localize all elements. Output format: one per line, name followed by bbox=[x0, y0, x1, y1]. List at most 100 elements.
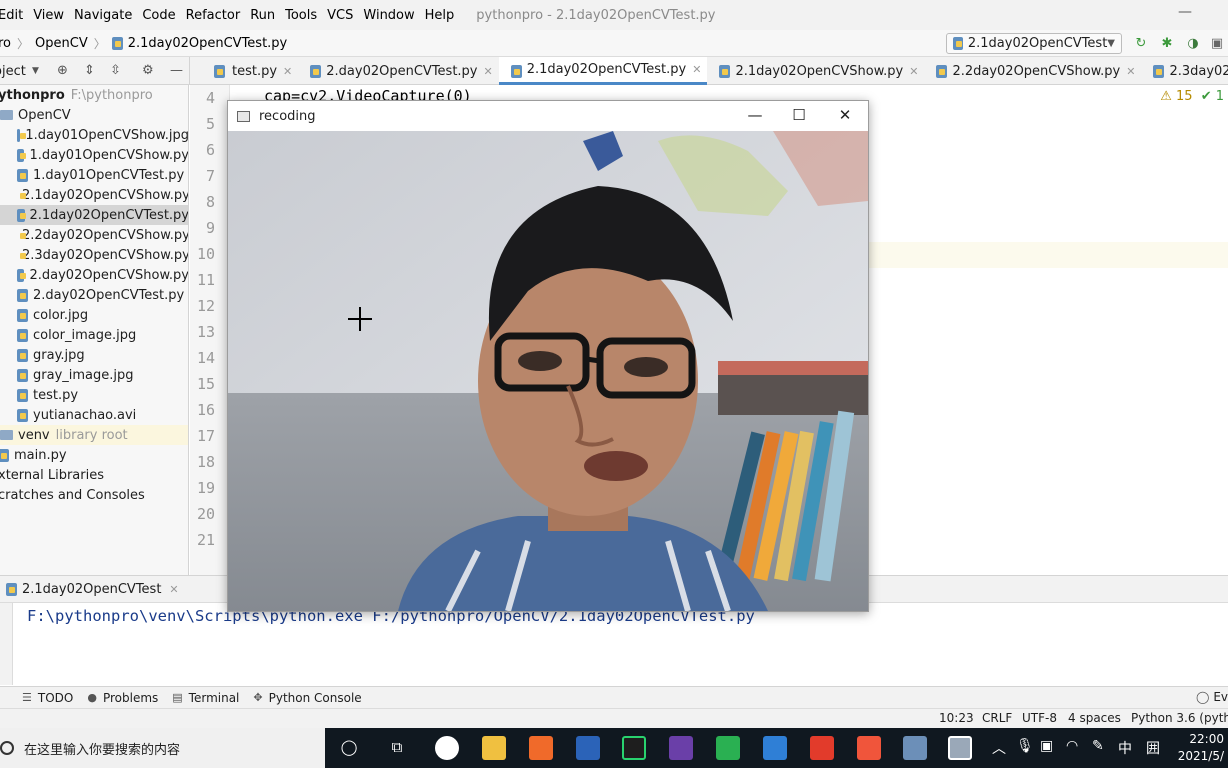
tree-scratches[interactable]: cratches and Consoles bbox=[0, 485, 188, 505]
menu-help[interactable]: Help bbox=[421, 8, 459, 23]
tree-file[interactable]: 2.day02OpenCVShow.py bbox=[0, 265, 188, 285]
active-window-icon[interactable] bbox=[948, 736, 972, 760]
opencv-window-titlebar[interactable]: recoding — ☐ ✕ bbox=[228, 101, 868, 131]
tree-file[interactable]: color.jpg bbox=[0, 305, 188, 325]
pen-icon[interactable]: ✎ bbox=[1092, 738, 1104, 754]
tree-folder-opencv[interactable]: OpenCV bbox=[0, 105, 188, 125]
run-tab[interactable]: 2.1day02OpenCVTest ✕ bbox=[6, 582, 179, 597]
tray-app-icon[interactable]: ▣ bbox=[1040, 738, 1053, 754]
tree-file[interactable]: 1.day01OpenCVShow.jpg bbox=[0, 125, 188, 145]
tree-file[interactable]: test.py bbox=[0, 385, 188, 405]
collapse-all-icon[interactable]: ⇳ bbox=[110, 63, 121, 78]
rerun-icon[interactable]: ↻ bbox=[1133, 36, 1149, 52]
project-view-select[interactable]: oject bbox=[0, 64, 26, 79]
close-icon[interactable]: ✕ bbox=[169, 583, 178, 596]
visual-studio-icon[interactable] bbox=[669, 736, 693, 760]
network-icon[interactable]: ◠ bbox=[1066, 738, 1078, 754]
task-view-icon[interactable]: ⧉ bbox=[385, 738, 409, 756]
breadcrumb-file[interactable]: 2.1day02OpenCVTest.py bbox=[128, 36, 288, 51]
tree-file[interactable]: gray_image.jpg bbox=[0, 365, 188, 385]
tree-file[interactable]: yutianachao.avi bbox=[0, 405, 188, 425]
tray-chevron-icon[interactable]: ︿ bbox=[992, 738, 1006, 758]
debug-icon[interactable]: ✱ bbox=[1159, 36, 1175, 52]
breadcrumb-project[interactable]: ro bbox=[0, 36, 11, 51]
app-icon[interactable] bbox=[529, 736, 553, 760]
expand-all-icon[interactable]: ⇕ bbox=[84, 63, 95, 78]
tab-2-1day02opencvshow[interactable]: 2.1day02OpenCVShow.py ✕ bbox=[707, 57, 924, 85]
tree-file[interactable]: 2.2day02OpenCVShow.py bbox=[0, 225, 188, 245]
python-interpreter[interactable]: Python 3.6 (pytho bbox=[1131, 711, 1228, 725]
caret-position[interactable]: 10:23 bbox=[939, 711, 974, 725]
app-icon[interactable] bbox=[857, 736, 881, 760]
wps-icon[interactable] bbox=[810, 736, 834, 760]
locate-icon[interactable]: ⊕ bbox=[57, 63, 68, 78]
hide-panel-icon[interactable]: — bbox=[170, 63, 183, 78]
run-console[interactable]: F:\pythonpro\venv\Scripts\python.exe F:/… bbox=[0, 603, 1228, 685]
file-encoding[interactable]: UTF-8 bbox=[1022, 711, 1057, 725]
run-configuration-select[interactable]: 2.1day02OpenCVTest ▼ bbox=[946, 33, 1122, 54]
menu-window[interactable]: Window bbox=[359, 8, 418, 23]
close-icon[interactable]: ✕ bbox=[484, 65, 493, 78]
webcam-frame[interactable] bbox=[228, 131, 868, 611]
tree-file-selected[interactable]: 2.1day02OpenCVTest.py bbox=[0, 205, 188, 225]
menu-run[interactable]: Run bbox=[246, 8, 279, 23]
coverage-icon[interactable]: ◑ bbox=[1185, 36, 1201, 52]
chevron-down-icon[interactable]: ▼ bbox=[32, 66, 39, 76]
menu-code[interactable]: Code bbox=[138, 8, 179, 23]
opencv-window[interactable]: recoding — ☐ ✕ bbox=[227, 100, 869, 612]
event-log-button[interactable]: ◯ Ev bbox=[1196, 690, 1228, 704]
menu-tools[interactable]: Tools bbox=[281, 8, 321, 23]
gear-icon[interactable]: ⚙ bbox=[142, 63, 154, 78]
taskbar-search[interactable]: 在这里输入你要搜索的内容 bbox=[0, 728, 325, 768]
tab-2-3day02opencvshow[interactable]: 2.3day02OpenCVShow.py bbox=[1141, 57, 1228, 85]
problems-button[interactable]: ● Problems bbox=[87, 691, 158, 705]
tree-folder-venv[interactable]: venv library root bbox=[0, 425, 188, 445]
menu-edit[interactable]: Edit bbox=[0, 8, 27, 23]
ime-indicator[interactable]: 中 bbox=[1118, 738, 1132, 758]
menu-refactor[interactable]: Refactor bbox=[182, 8, 245, 23]
chrome-icon[interactable] bbox=[435, 736, 459, 760]
close-icon[interactable]: ✕ bbox=[909, 65, 918, 78]
close-icon[interactable]: ✕ bbox=[692, 63, 701, 76]
app-icon[interactable] bbox=[576, 736, 600, 760]
tab-2-1day02opencvtest[interactable]: 2.1day02OpenCVTest.py ✕ bbox=[498, 57, 708, 85]
system-clock[interactable]: 22:00 2021/5/ bbox=[1178, 731, 1224, 765]
tab-2-day02opencvtest[interactable]: 2.day02OpenCVTest.py ✕ bbox=[298, 57, 498, 85]
inspection-widget[interactable]: ⚠ 15 ✔ 1 bbox=[1160, 89, 1224, 104]
file-explorer-icon[interactable] bbox=[482, 736, 506, 760]
tab-test-py[interactable]: test.py ✕ bbox=[190, 57, 298, 85]
tree-file[interactable]: gray.jpg bbox=[0, 345, 188, 365]
pycharm-icon[interactable] bbox=[622, 736, 646, 760]
app-icon[interactable] bbox=[716, 736, 740, 760]
cortana-icon[interactable]: ◯ bbox=[337, 738, 361, 756]
tree-file[interactable]: 1.day01OpenCVTest.py bbox=[0, 165, 188, 185]
tree-external-libraries[interactable]: xternal Libraries bbox=[0, 465, 188, 485]
tree-file[interactable]: 1.day01OpenCVShow.py bbox=[0, 145, 188, 165]
close-icon[interactable]: ✕ bbox=[830, 106, 860, 126]
minimize-icon[interactable]: — bbox=[740, 106, 770, 126]
todo-button[interactable]: ☰ TODO bbox=[22, 691, 73, 705]
line-separator[interactable]: CRLF bbox=[982, 711, 1012, 725]
menu-navigate[interactable]: Navigate bbox=[70, 8, 136, 23]
menu-view[interactable]: View bbox=[29, 8, 68, 23]
close-icon[interactable]: ✕ bbox=[283, 65, 292, 78]
indent-setting[interactable]: 4 spaces bbox=[1068, 711, 1121, 725]
tree-file[interactable]: 2.1day02OpenCVShow.py bbox=[0, 185, 188, 205]
tree-file[interactable]: color_image.jpg bbox=[0, 325, 188, 345]
tab-2-2day02opencvshow[interactable]: 2.2day02OpenCVShow.py ✕ bbox=[924, 57, 1141, 85]
menu-vcs[interactable]: VCS bbox=[323, 8, 357, 23]
app-icon[interactable] bbox=[763, 736, 787, 760]
microphone-icon[interactable]: 🎙 bbox=[1016, 738, 1034, 754]
breadcrumb-folder[interactable]: OpenCV bbox=[35, 36, 88, 51]
maximize-icon[interactable]: ☐ bbox=[784, 106, 814, 126]
tree-file-main[interactable]: main.py bbox=[0, 445, 188, 465]
keyboard-icon[interactable]: 囲 bbox=[1146, 738, 1160, 758]
app-icon[interactable] bbox=[903, 736, 927, 760]
close-icon[interactable]: ✕ bbox=[1126, 65, 1135, 78]
profile-icon[interactable]: ▣ bbox=[1209, 36, 1225, 52]
python-console-button[interactable]: ✥ Python Console bbox=[253, 691, 361, 705]
tree-root[interactable]: ythonpro F:\pythonpro bbox=[0, 85, 188, 105]
tree-file[interactable]: 2.day02OpenCVTest.py bbox=[0, 285, 188, 305]
minimize-icon[interactable]: — bbox=[1170, 4, 1200, 26]
tree-file[interactable]: 2.3day02OpenCVShow.py bbox=[0, 245, 188, 265]
